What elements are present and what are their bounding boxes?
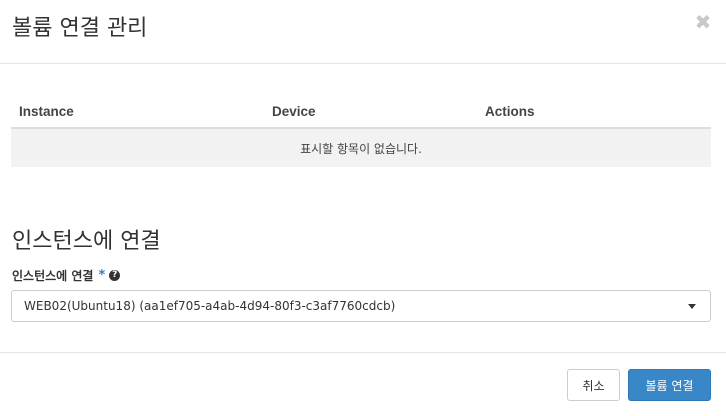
caret-down-icon — [688, 304, 696, 309]
table-header-row: Instance Device Actions — [11, 96, 711, 129]
instance-select-value: WEB02(Ubuntu18) (aa1ef705-a4ab-4d94-80f3… — [24, 299, 396, 313]
attachments-table-container: Instance Device Actions 표시할 항목이 없습니다. — [11, 96, 711, 167]
instance-field-label-row: 인스턴스에 연결 * ? — [12, 266, 121, 284]
manage-volume-attachments-dialog: 볼륨 연결 관리 ✖ Instance Device Actions 표시할 항… — [0, 0, 726, 416]
instance-field-label: 인스턴스에 연결 — [12, 268, 94, 283]
attach-volume-button[interactable]: 볼륨 연결 — [628, 369, 711, 401]
column-header-instance: Instance — [11, 96, 264, 129]
question-circle-icon[interactable]: ? — [109, 269, 121, 281]
dialog-header: 볼륨 연결 관리 ✖ — [0, 0, 726, 64]
empty-table-message: 표시할 항목이 없습니다. — [11, 128, 711, 167]
instance-select[interactable]: WEB02(Ubuntu18) (aa1ef705-a4ab-4d94-80f3… — [11, 290, 711, 322]
required-marker: * — [98, 267, 106, 283]
close-icon[interactable]: ✖ — [694, 12, 712, 32]
table-empty-row: 표시할 항목이 없습니다. — [11, 128, 711, 167]
attachments-table: Instance Device Actions 표시할 항목이 없습니다. — [11, 96, 711, 167]
attach-section-title: 인스턴스에 연결 — [12, 229, 161, 254]
column-header-actions: Actions — [477, 96, 711, 129]
dialog-footer: 취소 볼륨 연결 — [0, 352, 726, 416]
dialog-title: 볼륨 연결 관리 — [12, 16, 148, 41]
column-header-device: Device — [264, 96, 477, 129]
cancel-button[interactable]: 취소 — [567, 369, 620, 401]
